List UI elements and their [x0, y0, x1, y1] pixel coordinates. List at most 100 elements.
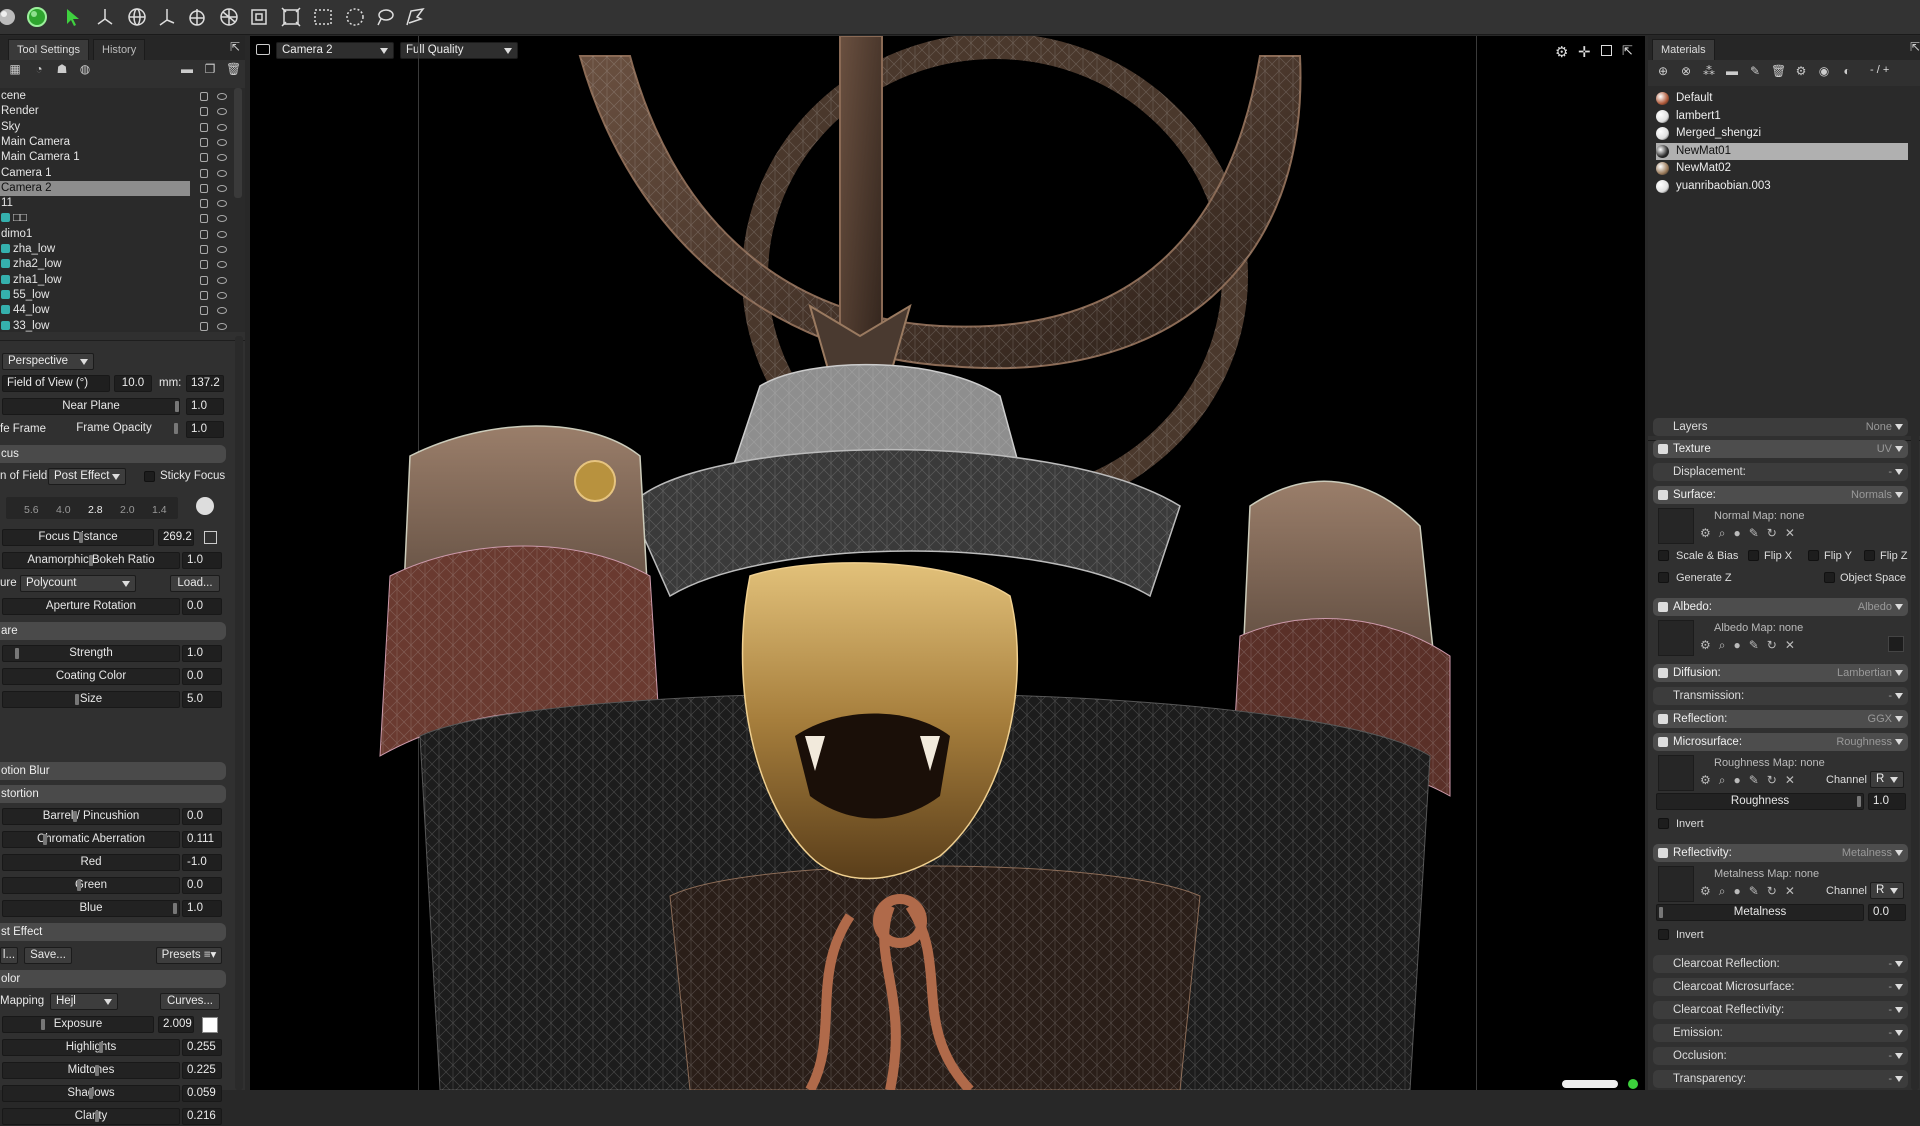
lock-icon[interactable] [200, 122, 208, 132]
exposure-field[interactable]: 2.009 [158, 1016, 194, 1033]
material-counter[interactable]: - / + [1870, 64, 1889, 76]
aperture-shape-select[interactable]: Polycount [20, 575, 136, 592]
lock-icon[interactable] [200, 245, 208, 254]
lock-icon[interactable] [200, 290, 208, 300]
visibility-eye-icon[interactable] [217, 93, 227, 100]
strength-field[interactable]: 1.0 [182, 645, 222, 662]
lock-icon[interactable] [200, 92, 208, 101]
lock-icon[interactable] [200, 107, 208, 117]
scene-item[interactable]: Render [0, 104, 230, 119]
metalness-field[interactable]: 0.0 [1868, 904, 1906, 921]
fov-field[interactable]: 10.0 [114, 375, 152, 392]
green-slider[interactable]: Green [2, 877, 180, 894]
trash-icon[interactable]: 🗑 [226, 62, 241, 76]
duplicate-material-icon[interactable]: ⊗ [1679, 64, 1693, 78]
flip-y-checkbox[interactable] [1808, 550, 1819, 561]
exposure-color-swatch[interactable] [202, 1017, 218, 1033]
fstop-slider[interactable]: 5.6 4.0 2.8 2.0 1.4 [6, 497, 178, 519]
flip-x-checkbox[interactable] [1748, 550, 1759, 561]
barrel-field[interactable]: 0.0 [182, 808, 222, 825]
exposure-slider[interactable]: Exposure [2, 1016, 154, 1033]
reflectivity-section[interactable]: Reflectivity: Metalness [1653, 844, 1908, 862]
roughness-map-thumbnail[interactable] [1658, 755, 1694, 791]
material-folder-icon[interactable]: ▬ [1725, 64, 1739, 78]
metalness-map-tools-icon[interactable]: ⚙⌕●✎↻✕ [1700, 884, 1803, 899]
flare-section-header[interactable]: are [0, 622, 226, 640]
frame-opacity-field[interactable]: 1.0 [186, 421, 224, 438]
visibility-eye-icon[interactable] [217, 154, 227, 162]
bokeh-slider[interactable]: Anamorphic Bokeh Ratio [2, 552, 180, 569]
lasso-icon[interactable] [374, 6, 396, 28]
material-item[interactable]: lambert1 [1656, 108, 1908, 125]
metalness-channel-select[interactable]: R [1870, 882, 1904, 899]
scale-bias-checkbox[interactable] [1658, 550, 1669, 561]
lock-icon[interactable] [200, 229, 208, 239]
lock-icon[interactable] [200, 199, 208, 209]
coating-field[interactable]: 0.0 [182, 668, 222, 685]
scene-item[interactable]: cene [0, 89, 230, 104]
object-space-checkbox[interactable] [1824, 572, 1835, 583]
mm-field[interactable]: 137.2 [186, 375, 224, 392]
clarity-field[interactable]: 0.216 [182, 1108, 222, 1125]
projection-select[interactable]: Perspective [2, 353, 94, 370]
reflection-section[interactable]: Reflection: GGX [1653, 710, 1908, 728]
lock-icon[interactable] [200, 137, 208, 147]
lock-icon[interactable] [200, 260, 208, 270]
roughness-channel-select[interactable]: R [1870, 771, 1904, 788]
normal-map-thumbnail[interactable] [1658, 508, 1694, 544]
metalness-invert-checkbox[interactable] [1658, 929, 1669, 940]
focus-section-header[interactable]: cus [0, 445, 226, 463]
aperture-rotation-field[interactable]: 0.0 [182, 598, 222, 615]
occlusion-section[interactable]: Occlusion: - [1653, 1047, 1908, 1065]
albedo-color-swatch[interactable] [1888, 636, 1904, 652]
tab-history[interactable]: History [93, 39, 146, 60]
red-slider[interactable]: Red [2, 854, 180, 871]
material-pick-icon[interactable]: ✎ [1748, 64, 1762, 78]
chromatic-field[interactable]: 0.111 [182, 831, 222, 848]
scene-item[interactable]: zha1_low [0, 273, 230, 288]
focus-pick-icon[interactable] [196, 497, 214, 515]
visibility-eye-icon[interactable] [217, 322, 227, 330]
focus-target-icon[interactable] [204, 531, 217, 544]
sphere-green-icon[interactable] [26, 6, 48, 28]
visibility-eye-icon[interactable] [217, 200, 227, 208]
transparency-section[interactable]: Transparency: - [1653, 1070, 1908, 1088]
metalness-slider[interactable]: Metalness [1656, 904, 1864, 921]
tab-tool-settings[interactable]: Tool Settings [8, 39, 89, 60]
scene-item[interactable]: Camera 2 [0, 180, 230, 196]
microsurface-section[interactable]: Microsurface: Roughness [1653, 733, 1908, 751]
add-material-icon[interactable]: ⊕ [1656, 64, 1670, 78]
paint-select-icon[interactable] [404, 6, 426, 28]
clearcoat-reflectivity-section[interactable]: Clearcoat Reflectivity: - [1653, 1001, 1908, 1019]
visibility-eye-icon[interactable] [217, 138, 227, 146]
focus-distance-slider[interactable]: Focus Distance [2, 529, 154, 546]
material-settings-icon[interactable]: ⚙ [1794, 64, 1808, 78]
roughness-field[interactable]: 1.0 [1868, 793, 1906, 810]
lock-icon[interactable] [200, 275, 208, 285]
near-plane-field[interactable]: 1.0 [186, 398, 224, 415]
circle-select-icon[interactable] [344, 6, 366, 28]
sky-add-icon[interactable]: ◍ [78, 62, 92, 76]
scene-item[interactable]: zha_low [0, 242, 230, 257]
roughness-invert-checkbox[interactable] [1658, 818, 1669, 829]
folder-icon[interactable]: ▬ [180, 62, 194, 76]
post-save-button[interactable]: Save... [24, 947, 72, 964]
visibility-eye-icon[interactable] [217, 261, 227, 269]
blue-field[interactable]: 1.0 [182, 900, 222, 917]
visibility-eye-icon[interactable] [217, 215, 227, 223]
scene-item[interactable]: 55_low [0, 288, 230, 303]
color-section-header[interactable]: olor [0, 970, 226, 988]
shadows-slider[interactable]: Shadows [2, 1085, 180, 1102]
transmission-section[interactable]: Transmission: - [1653, 687, 1908, 705]
lock-icon[interactable] [200, 306, 208, 316]
visibility-eye-icon[interactable] [217, 184, 227, 192]
popout-icon[interactable]: ⇱ [228, 40, 242, 54]
chromatic-slider[interactable]: Chromatic Aberration [2, 831, 180, 848]
coating-slider[interactable]: Coating Color [2, 668, 180, 685]
roughness-map-tools-icon[interactable]: ⚙⌕●✎↻✕ [1700, 773, 1803, 788]
camera-add-icon[interactable]: ◔ [32, 62, 46, 76]
curves-button[interactable]: Curves... [160, 993, 220, 1010]
properties-scrollbar[interactable] [235, 336, 243, 1090]
post-effect-section-header[interactable]: st Effect [0, 923, 226, 941]
material-trash-icon[interactable]: 🗑 [1771, 64, 1786, 78]
